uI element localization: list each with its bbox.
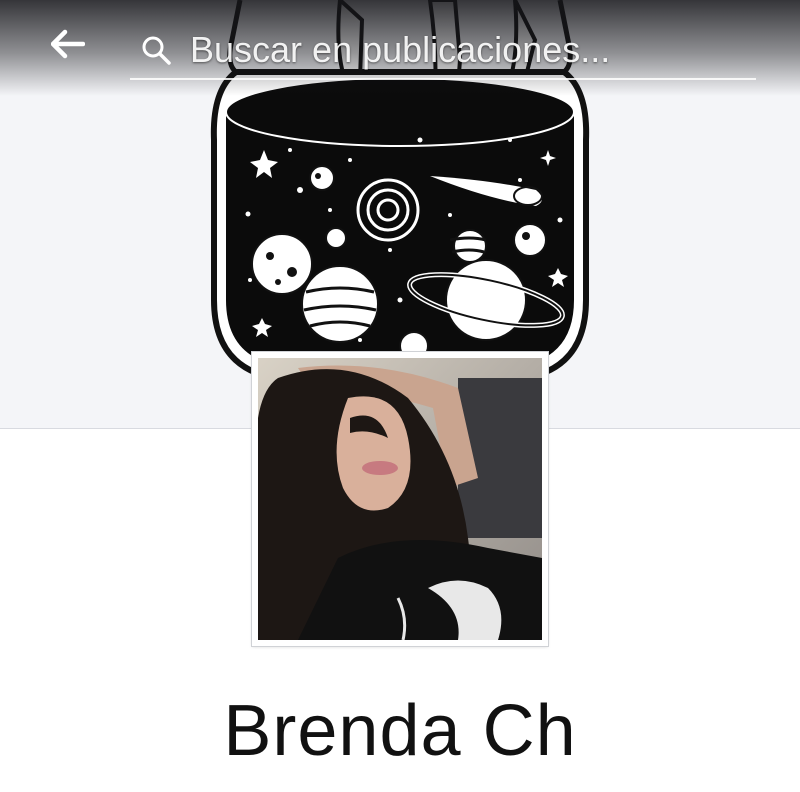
profile-picture[interactable] (252, 352, 548, 646)
profile-photo-image (258, 358, 542, 640)
back-button[interactable] (46, 26, 90, 66)
profile-name: Brenda Ch (223, 691, 577, 771)
arrow-left-icon (50, 29, 86, 64)
search-placeholder: Buscar en publicaciones... (190, 29, 611, 70)
top-bar: Buscar en publicaciones... (0, 0, 800, 96)
search-icon (136, 30, 176, 70)
search-input[interactable]: Buscar en publicaciones... (130, 22, 756, 80)
